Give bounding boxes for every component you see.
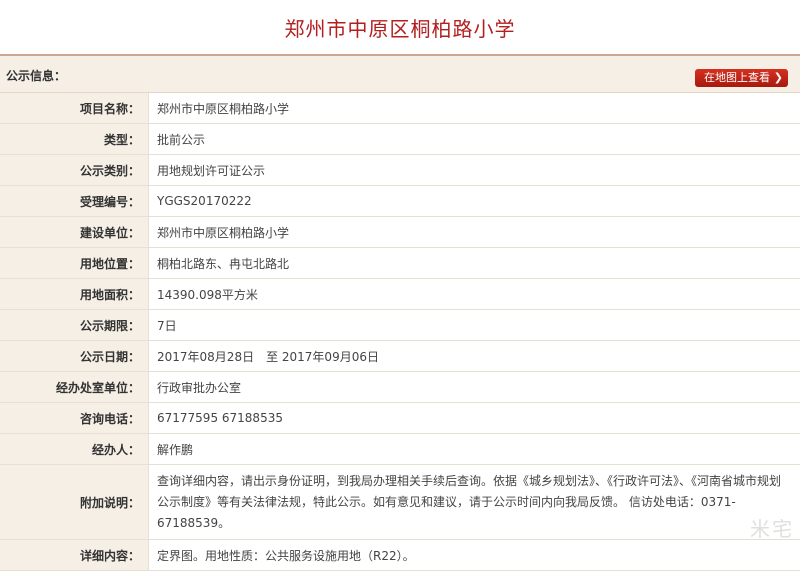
row-value: 行政审批办公室 (149, 372, 800, 403)
table-row: 咨询电话： 67177595 67188535 (0, 403, 800, 434)
row-value: 7日 (149, 310, 800, 341)
row-label: 项目名称： (0, 93, 149, 124)
table-row: 受理编号： YGGS20170222 (0, 186, 800, 217)
row-value: 查询详细内容，请出示身份证明，到我局办理相关手续后查询。依据《城乡规划法》、《行… (149, 465, 800, 540)
table-row: 类型： 批前公示 (0, 124, 800, 155)
row-label: 公示日期： (0, 341, 149, 372)
row-label: 经办人： (0, 434, 149, 465)
page-header: 郑州市中原区桐柏路小学 (0, 0, 800, 56)
watermark-logo: 米宅 (750, 513, 794, 542)
row-value: 批前公示 (149, 124, 800, 155)
notice-label: 公示信息： (6, 67, 66, 84)
notice-bar: 公示信息： 在地图上查看 ❯ (0, 56, 800, 93)
row-label: 咨询电话： (0, 403, 149, 434)
table-row: 公示期限： 7日 (0, 310, 800, 341)
table-row: 经办处室单位： 行政审批办公室 (0, 372, 800, 403)
row-label: 受理编号： (0, 186, 149, 217)
table-row: 项目名称： 郑州市中原区桐柏路小学 (0, 93, 800, 124)
row-value: 郑州市中原区桐柏路小学 (149, 93, 800, 124)
table-row: 公示日期： 2017年08月28日 至 2017年09月06日 (0, 341, 800, 372)
row-value: 桐柏北路东、冉屯北路北 (149, 248, 800, 279)
row-value: 解作鹏 (149, 434, 800, 465)
row-value: 2017年08月28日 至 2017年09月06日 (149, 341, 800, 372)
row-label: 经办处室单位： (0, 372, 149, 403)
row-label: 建设单位： (0, 217, 149, 248)
row-value: YGGS20170222 (149, 186, 800, 217)
table-row: 建设单位： 郑州市中原区桐柏路小学 (0, 217, 800, 248)
row-label: 类型： (0, 124, 149, 155)
table-row: 用地面积： 14390.098平方米 (0, 279, 800, 310)
view-on-map-label: 在地图上查看 (704, 71, 770, 84)
row-label: 用地位置： (0, 248, 149, 279)
row-value: 用地规划许可证公示 (149, 155, 800, 186)
row-value: 郑州市中原区桐柏路小学 (149, 217, 800, 248)
row-label: 公示期限： (0, 310, 149, 341)
row-label: 附加说明： (0, 465, 149, 540)
table-row: 用地位置： 桐柏北路东、冉屯北路北 (0, 248, 800, 279)
info-table: 项目名称： 郑州市中原区桐柏路小学 类型： 批前公示 公示类别： 用地规划许可证… (0, 93, 800, 571)
row-value: 14390.098平方米 (149, 279, 800, 310)
row-label: 用地面积： (0, 279, 149, 310)
view-on-map-button[interactable]: 在地图上查看 ❯ (695, 69, 788, 87)
table-row: 经办人： 解作鹏 (0, 434, 800, 465)
table-row: 附加说明： 查询详细内容，请出示身份证明，到我局办理相关手续后查询。依据《城乡规… (0, 465, 800, 540)
row-value: 67177595 67188535 (149, 403, 800, 434)
row-label: 公示类别： (0, 155, 149, 186)
table-row: 公示类别： 用地规划许可证公示 (0, 155, 800, 186)
page-title: 郑州市中原区桐柏路小学 (285, 13, 516, 42)
chevron-right-icon: ❯ (774, 69, 783, 87)
